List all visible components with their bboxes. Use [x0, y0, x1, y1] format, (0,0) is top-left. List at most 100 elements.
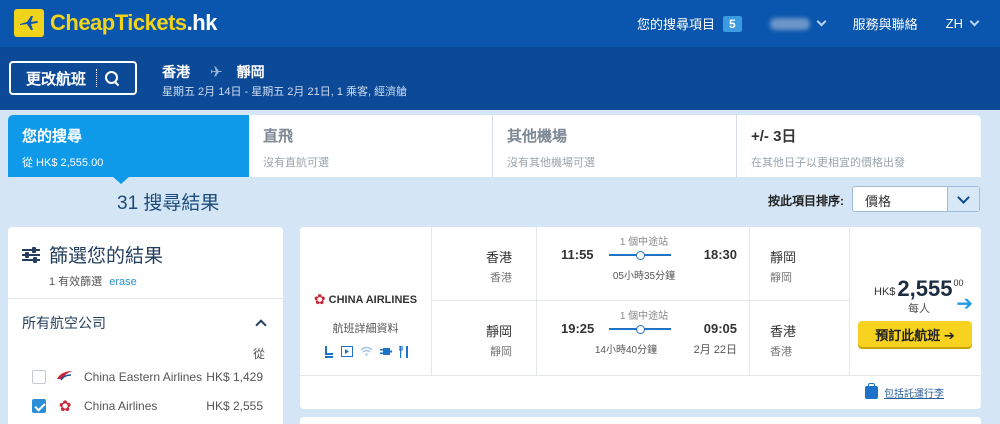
language-selector[interactable]: ZH: [946, 16, 980, 31]
arrow-right-icon[interactable]: ➔: [956, 291, 973, 316]
airline-filter-row[interactable]: ✿ China Airlines HK$ 2,555: [22, 391, 269, 420]
service-contact-label: 服務與聯絡: [852, 17, 918, 32]
tab-other-airports[interactable]: 其他機場 沒有其他機場可選: [493, 115, 737, 177]
chevron-down-icon: [969, 16, 980, 27]
searches-count-badge: 5: [722, 15, 742, 32]
filter-panel: 篩選您的結果 1 有效篩選 erase 所有航空公司 從 China Easte…: [8, 227, 283, 424]
destination-city: 香港: [770, 324, 797, 339]
tab-title: 直飛: [263, 128, 294, 145]
leg-destination: 靜岡 靜岡: [749, 227, 849, 301]
baggage-icon: [865, 383, 878, 399]
logo-text: CheapTickets.hk: [50, 10, 217, 35]
amenities: [300, 345, 431, 361]
stops-label: 1 個中途站: [619, 237, 669, 248]
inbound-leg: 靜岡 靜岡 1 個中途站 19:25 09:05 14小時40分鐘 2月 22日…: [433, 301, 849, 375]
price-decimals: 00: [953, 278, 964, 288]
baggage-label: 包括託運行李: [884, 389, 944, 400]
erase-filters-link[interactable]: erase: [109, 276, 137, 288]
china-airlines-logo-icon: ✿: [313, 291, 326, 307]
tab-title: 您的搜尋: [22, 128, 83, 145]
meal-icon: [398, 345, 409, 361]
site-logo[interactable]: CheapTickets.hk: [14, 8, 217, 38]
arrival-time: 09:05: [703, 321, 737, 336]
outbound-leg: 香港 香港 1 個中途站 11:55 18:30 05小時35分鐘 靜岡 靜岡: [433, 227, 849, 301]
chevron-up-icon: [255, 319, 267, 331]
duration: 05小時35分鐘: [612, 271, 676, 282]
destination-airport: 靜岡: [770, 272, 792, 284]
route-line: [609, 325, 671, 334]
chevron-down-icon: [816, 16, 827, 27]
filter-title: 篩選您的結果: [22, 241, 269, 268]
airline-filter-row[interactable]: China Eastern Airlines HK$ 1,429: [22, 362, 269, 391]
results-count: 31 搜尋結果: [117, 193, 220, 214]
result-tabs: 您的搜尋 從 HK$ 2,555.00 直飛 沒有直航可選 其他機場 沒有其他機…: [8, 115, 981, 177]
sort-label: 按此項目排序:: [768, 194, 844, 208]
filter-title-text: 篩選您的結果: [49, 246, 164, 267]
china-airlines-logo-icon: ✿: [58, 397, 72, 415]
tab-title: +/- 3日: [751, 128, 797, 145]
origin-city: 香港: [162, 64, 190, 80]
airline-checkbox[interactable]: [32, 369, 46, 384]
from-price-label: 從: [252, 347, 265, 361]
wifi-icon: [359, 346, 373, 361]
tab-subtitle: 沒有其他機場可選: [507, 157, 595, 169]
leg-destination: 香港 香港: [749, 301, 849, 375]
airline-checkbox-checked[interactable]: [32, 398, 46, 413]
leg-origin: 靜岡 靜岡: [433, 301, 537, 375]
search-summary-strip: [0, 47, 1000, 110]
flight-legs: 香港 香港 1 個中途站 11:55 18:30 05小時35分鐘 靜岡 靜岡 …: [433, 227, 849, 375]
flight-details-link[interactable]: 航班詳細資料: [300, 320, 431, 336]
airline-price: HK$ 2,555: [206, 398, 263, 413]
tab-title: 其他機場: [507, 128, 568, 145]
airline-name: China Eastern Airlines: [84, 369, 203, 384]
your-searches-label: 您的搜尋項目: [636, 17, 715, 32]
origin-airport: 靜岡: [490, 346, 512, 358]
flight-result-card: [300, 417, 981, 424]
plane-icon: ✈: [210, 64, 223, 81]
tab-your-search[interactable]: 您的搜尋 從 HK$ 2,555.00: [8, 115, 249, 177]
airline-logo: ✿ CHINA AIRLINES: [300, 291, 431, 308]
plane-logo-icon: [14, 9, 44, 37]
destination-airport: 香港: [770, 346, 792, 358]
route-line: [609, 251, 671, 260]
leg-times: 1 個中途站 19:25 09:05 14小時40分鐘 2月 22日: [551, 311, 737, 361]
your-searches-link[interactable]: 您的搜尋項目 5: [637, 14, 742, 33]
stops-label: 1 個中途站: [619, 311, 669, 322]
divider: [96, 69, 98, 87]
sliders-icon: [22, 246, 40, 263]
book-flight-button[interactable]: 預訂此航班 ➔: [858, 321, 972, 347]
modify-search-button[interactable]: 更改航班: [9, 61, 137, 95]
filter-header: 篩選您的結果 1 有效篩選 erase: [8, 227, 283, 299]
sort-dropdown[interactable]: 價格: [852, 186, 980, 212]
baggage-info[interactable]: 包括託運行李: [865, 383, 944, 400]
arrival-date: 2月 22日: [693, 344, 737, 356]
departure-time: 19:25: [561, 321, 595, 336]
origin-city: 香港: [485, 250, 512, 265]
account-name-blurred: [769, 17, 810, 30]
airline-price: HK$ 1,429: [206, 369, 263, 384]
leg-origin: 香港 香港: [433, 227, 537, 301]
origin-airport: 香港: [490, 272, 512, 284]
tab-subtitle: 在其他日子以更相宜的價格出發: [751, 157, 905, 169]
airline-filter-toggle[interactable]: 所有航空公司: [22, 313, 269, 333]
search-icon: [105, 71, 119, 85]
account-menu[interactable]: [769, 16, 827, 30]
duration: 14小時40分鐘: [594, 345, 658, 356]
card-airline-column: ✿ CHINA AIRLINES 航班詳細資料: [300, 227, 432, 375]
tab-subtitle: 從 HK$ 2,555.00: [22, 157, 104, 169]
card-footer: 包括託運行李: [300, 375, 981, 409]
airline-name: China Airlines: [84, 398, 158, 413]
service-contact-link[interactable]: 服務與聯絡: [853, 14, 918, 33]
header-nav: 您的搜尋項目 5 服務與聯絡 ZH: [609, 0, 980, 47]
destination-city: 靜岡: [770, 250, 797, 265]
leg-times: 1 個中途站 11:55 18:30 05小時35分鐘: [551, 237, 737, 287]
tab-flexible-dates[interactable]: +/- 3日 在其他日子以更相宜的價格出發: [737, 115, 981, 177]
search-details: 星期五 2月 14日 - 星期五 2月 21日, 1 乘客, 經濟艙: [162, 86, 408, 98]
tab-direct[interactable]: 直飛 沒有直航可選: [249, 115, 493, 177]
chevron-down-icon: [947, 187, 979, 211]
power-icon: [379, 346, 392, 361]
airline-name: CHINA AIRLINES: [328, 293, 418, 306]
airline-filter-section: 所有航空公司 從 China Eastern Airlines HK$ 1,42…: [8, 299, 283, 424]
price-amount: 2,555: [897, 276, 953, 301]
price-column: HK$ 2,555 00 每人 ➔ 預訂此航班 ➔: [849, 227, 981, 375]
